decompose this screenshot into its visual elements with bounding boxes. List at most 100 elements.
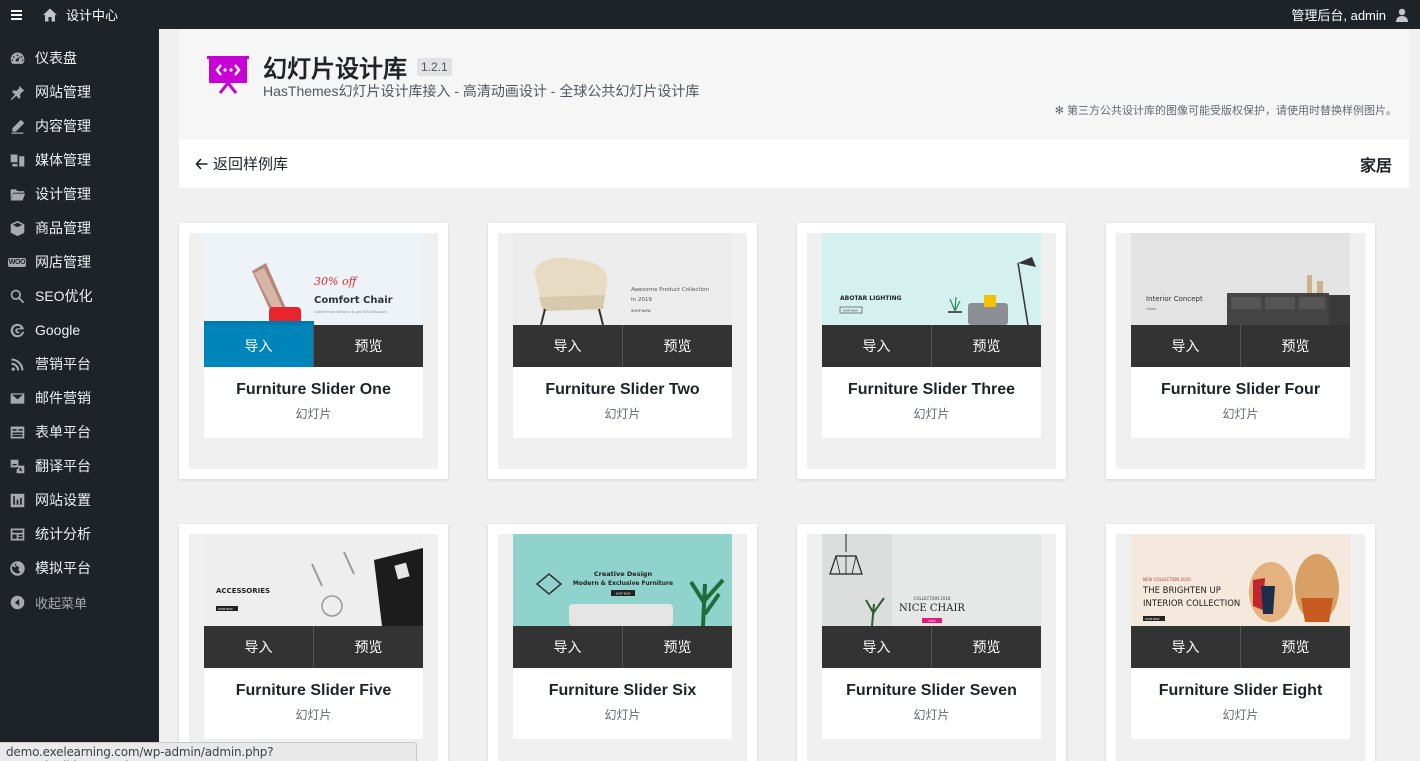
template-info: Furniture Slider One 幻灯片 — [204, 367, 423, 438]
collapse-menu-button[interactable]: 收起菜单 — [0, 585, 159, 619]
form-icon — [10, 426, 24, 438]
back-label: 返回样例库 — [213, 156, 289, 173]
template-thumbnail: NEW COLLECTION 2020 THE BRIGHTEN UP INTE… — [1131, 534, 1350, 626]
sidebar-item-settings[interactable]: 网站设置 — [0, 483, 159, 517]
template-info: Furniture Slider Four 幻灯片 — [1131, 367, 1350, 438]
thumb-text: ABOTAR LIGHTING — [840, 295, 902, 302]
sidebar-label: 统计分析 — [35, 526, 91, 542]
thumb-text: ACCESSORIES — [216, 587, 270, 595]
google-icon — [10, 323, 24, 337]
import-button[interactable]: 导入 — [1131, 626, 1240, 668]
sidebar-item-shop[interactable]: WOO 网店管理 — [0, 245, 159, 279]
template-name: Furniture Slider Five — [235, 682, 392, 699]
preview-button[interactable]: 预览 — [931, 325, 1041, 367]
sidebar-label: 媒体管理 — [35, 152, 91, 168]
template-info: Furniture Slider Eight 幻灯片 — [1131, 668, 1350, 739]
admin-sidebar: 仪表盘 网站管理 内容管理 媒体管理 设计管理 商品管理 WOO 网店管理 SE… — [0, 29, 159, 761]
back-to-library-link[interactable]: 返回样例库 — [195, 153, 288, 174]
thumb-text: SHOP — [928, 619, 936, 623]
import-button[interactable]: 导入 — [513, 325, 622, 367]
template-info: Furniture Slider Seven 幻灯片 — [822, 668, 1041, 739]
import-button[interactable]: 导入 — [204, 626, 313, 668]
import-button[interactable]: 导入 — [822, 626, 931, 668]
template-info: Furniture Slider Five 幻灯片 — [204, 668, 423, 739]
template-card: Interior Concept Home 导入 预览 Furniture Sl… — [1106, 223, 1375, 479]
sidebar-item-site[interactable]: 网站管理 — [0, 75, 159, 109]
template-thumbnail: COLLECTION 2018 NICE CHAIR SHOP — [822, 534, 1041, 626]
sidebar-item-products[interactable]: 商品管理 — [0, 211, 159, 245]
site-home-link[interactable]: 设计中心 — [42, 5, 118, 24]
arrow-left-icon — [195, 157, 208, 170]
template-card: Awesome Product Collection In 2019 SHOP … — [488, 223, 757, 479]
sidebar-label: 翻译平台 — [35, 458, 91, 474]
sidebar-item-design[interactable]: 设计管理 — [0, 177, 159, 211]
account-menu[interactable]: 管理后台, admin — [1291, 5, 1410, 24]
template-thumbnail: 30% off Comfort Chair Collect from Devon… — [204, 233, 423, 325]
main-content: 幻灯片设计库 1.2.1 HasThemes幻灯片设计库接入 - 高清动画设计 … — [159, 29, 1420, 761]
thumb-text: In 2019 — [631, 297, 652, 303]
sidebar-label: 营销平台 — [35, 356, 91, 372]
preview-button[interactable]: 预览 — [931, 626, 1041, 668]
template-type: 幻灯片 — [604, 407, 641, 421]
mail-icon — [10, 392, 24, 404]
thumb-text: COLLECTION 2018 — [914, 596, 951, 601]
thumb-text: NEW COLLECTION 2020 — [1143, 577, 1191, 582]
template-card: NEW COLLECTION 2020 THE BRIGHTEN UP INTE… — [1106, 524, 1375, 761]
thumb-text: Home — [1146, 307, 1156, 311]
sidebar-item-content[interactable]: 内容管理 — [0, 109, 159, 143]
import-button[interactable]: 导入 — [204, 325, 313, 367]
browser-status-url: demo.exelearning.com/wp-admin/admin.php?… — [0, 742, 417, 761]
thumb-text: Interior Concept — [1146, 295, 1203, 303]
preview-button[interactable]: 预览 — [313, 325, 423, 367]
sidebar-item-analytics[interactable]: 统计分析 — [0, 517, 159, 551]
template-thumbnail: Creative Design Modern & Exclusive Furni… — [513, 534, 732, 626]
template-name: Furniture Slider Seven — [846, 682, 1017, 699]
template-info: Furniture Slider Two 幻灯片 — [513, 367, 732, 438]
template-card: Creative Design Modern & Exclusive Furni… — [488, 524, 757, 761]
template-thumbnail: Interior Concept Home — [1131, 233, 1350, 325]
import-button[interactable]: 导入 — [822, 325, 931, 367]
template-type: 幻灯片 — [604, 708, 641, 722]
template-type: 幻灯片 — [913, 407, 950, 421]
sidebar-item-marketing[interactable]: 营销平台 — [0, 347, 159, 381]
template-thumbnail: Awesome Product Collection In 2019 SHOP … — [513, 233, 732, 325]
thumb-text: NICE CHAIR — [899, 603, 965, 614]
template-type: 幻灯片 — [295, 407, 332, 421]
page-title: 幻灯片设计库 — [263, 56, 407, 83]
template-info: Furniture Slider Three 幻灯片 — [822, 367, 1041, 438]
sidebar-item-translate[interactable]: 翻译平台 — [0, 449, 159, 483]
admin-bar: 设计中心 管理后台, admin — [0, 0, 1420, 29]
sidebar-label: 模拟平台 — [35, 560, 91, 576]
template-name: Furniture Slider Eight — [1158, 682, 1323, 699]
sidebar-item-media[interactable]: 媒体管理 — [0, 143, 159, 177]
site-name: 设计中心 — [66, 8, 119, 23]
sidebar-label: 网站设置 — [35, 492, 91, 508]
thumb-text: SHOP NOW — [1145, 617, 1160, 621]
sidebar-item-google[interactable]: Google — [0, 313, 159, 347]
preview-button[interactable]: 预览 — [313, 626, 423, 668]
preview-button[interactable]: 预览 — [622, 325, 732, 367]
sidebar-item-email[interactable]: 邮件营销 — [0, 381, 159, 415]
preview-button[interactable]: 预览 — [622, 626, 732, 668]
thumb-text: SHOP NOW — [616, 592, 631, 596]
sidebar-label: 内容管理 — [35, 118, 91, 134]
template-info: Furniture Slider Six 幻灯片 — [513, 668, 732, 739]
copyright-notice: ✻ 第三方公共设计库的图像可能受版权保护，请使用时替换样例图片。 — [1054, 105, 1397, 117]
thumb-text: SHOP NOW — [843, 309, 858, 313]
sidebar-item-forms[interactable]: 表单平台 — [0, 415, 159, 449]
preview-button[interactable]: 预览 — [1240, 325, 1350, 367]
preview-button[interactable]: 预览 — [1240, 626, 1350, 668]
box-icon — [10, 220, 24, 236]
rss-icon — [11, 358, 23, 371]
import-button[interactable]: 导入 — [1131, 325, 1240, 367]
template-name: Furniture Slider Two — [545, 381, 700, 398]
template-card: ABOTAR LIGHTING SHOP NOW 导入 预览 Furniture… — [797, 223, 1066, 479]
import-button[interactable]: 导入 — [513, 626, 622, 668]
collapse-label: 收起菜单 — [35, 595, 88, 611]
thumb-text: Modern & Exclusive Furniture — [573, 580, 673, 587]
menu-toggle-button[interactable] — [0, 0, 32, 29]
sidebar-item-dashboard[interactable]: 仪表盘 — [0, 41, 159, 75]
sidebar-item-simulate[interactable]: 模拟平台 — [0, 551, 159, 585]
pencil-icon — [11, 119, 24, 134]
sidebar-item-seo[interactable]: SEO优化 — [0, 279, 159, 313]
